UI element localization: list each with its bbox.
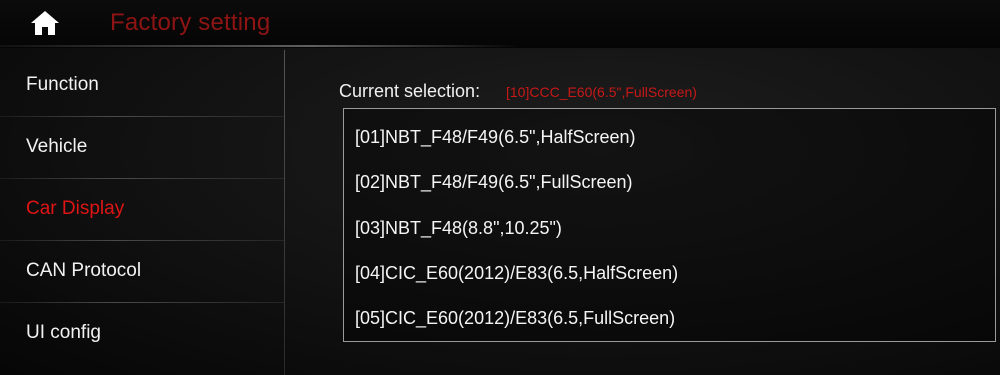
sidebar-item-label: UI config xyxy=(26,322,101,343)
sidebar-item-function[interactable]: Function xyxy=(0,54,284,116)
sidebar-item-vehicle[interactable]: Vehicle xyxy=(0,116,284,178)
sidebar-item-label: Vehicle xyxy=(26,136,88,157)
list-item[interactable]: [03]NBT_F48(8.8",10.25") xyxy=(355,208,975,248)
sidebar-item-can-protocol[interactable]: CAN Protocol xyxy=(0,240,284,302)
sidebar-item-label: Function xyxy=(26,74,99,95)
sidebar: Function Vehicle Car Display CAN Protoco… xyxy=(0,54,284,375)
display-option-list[interactable]: [01]NBT_F48/F49(6.5",HalfScreen) [02]NBT… xyxy=(343,108,996,342)
header-bar: Factory setting xyxy=(0,0,1000,48)
list-item[interactable]: [02]NBT_F48/F49(6.5",FullScreen) xyxy=(355,162,975,202)
list-item[interactable]: [01]NBT_F48/F49(6.5",HalfScreen) xyxy=(355,117,975,157)
sidebar-item-ui-config[interactable]: UI config xyxy=(0,302,284,364)
page-title: Factory setting xyxy=(110,9,271,36)
sidebar-divider xyxy=(284,50,285,375)
sidebar-item-label: CAN Protocol xyxy=(26,260,142,281)
sidebar-item-car-display[interactable]: Car Display xyxy=(0,178,284,240)
sidebar-item-label: Car Display xyxy=(26,198,125,219)
list-item[interactable]: [05]CIC_E60(2012)/E83(6.5,FullScreen) xyxy=(355,298,975,338)
header-divider xyxy=(0,45,520,47)
list-item[interactable]: [04]CIC_E60(2012)/E83(6.5,HalfScreen) xyxy=(355,253,975,293)
home-button[interactable] xyxy=(24,6,66,40)
current-selection-label: Current selection: xyxy=(339,81,481,101)
current-selection-value: [10]CCC_E60(6.5",FullScreen) xyxy=(506,84,697,100)
home-icon xyxy=(31,11,59,35)
